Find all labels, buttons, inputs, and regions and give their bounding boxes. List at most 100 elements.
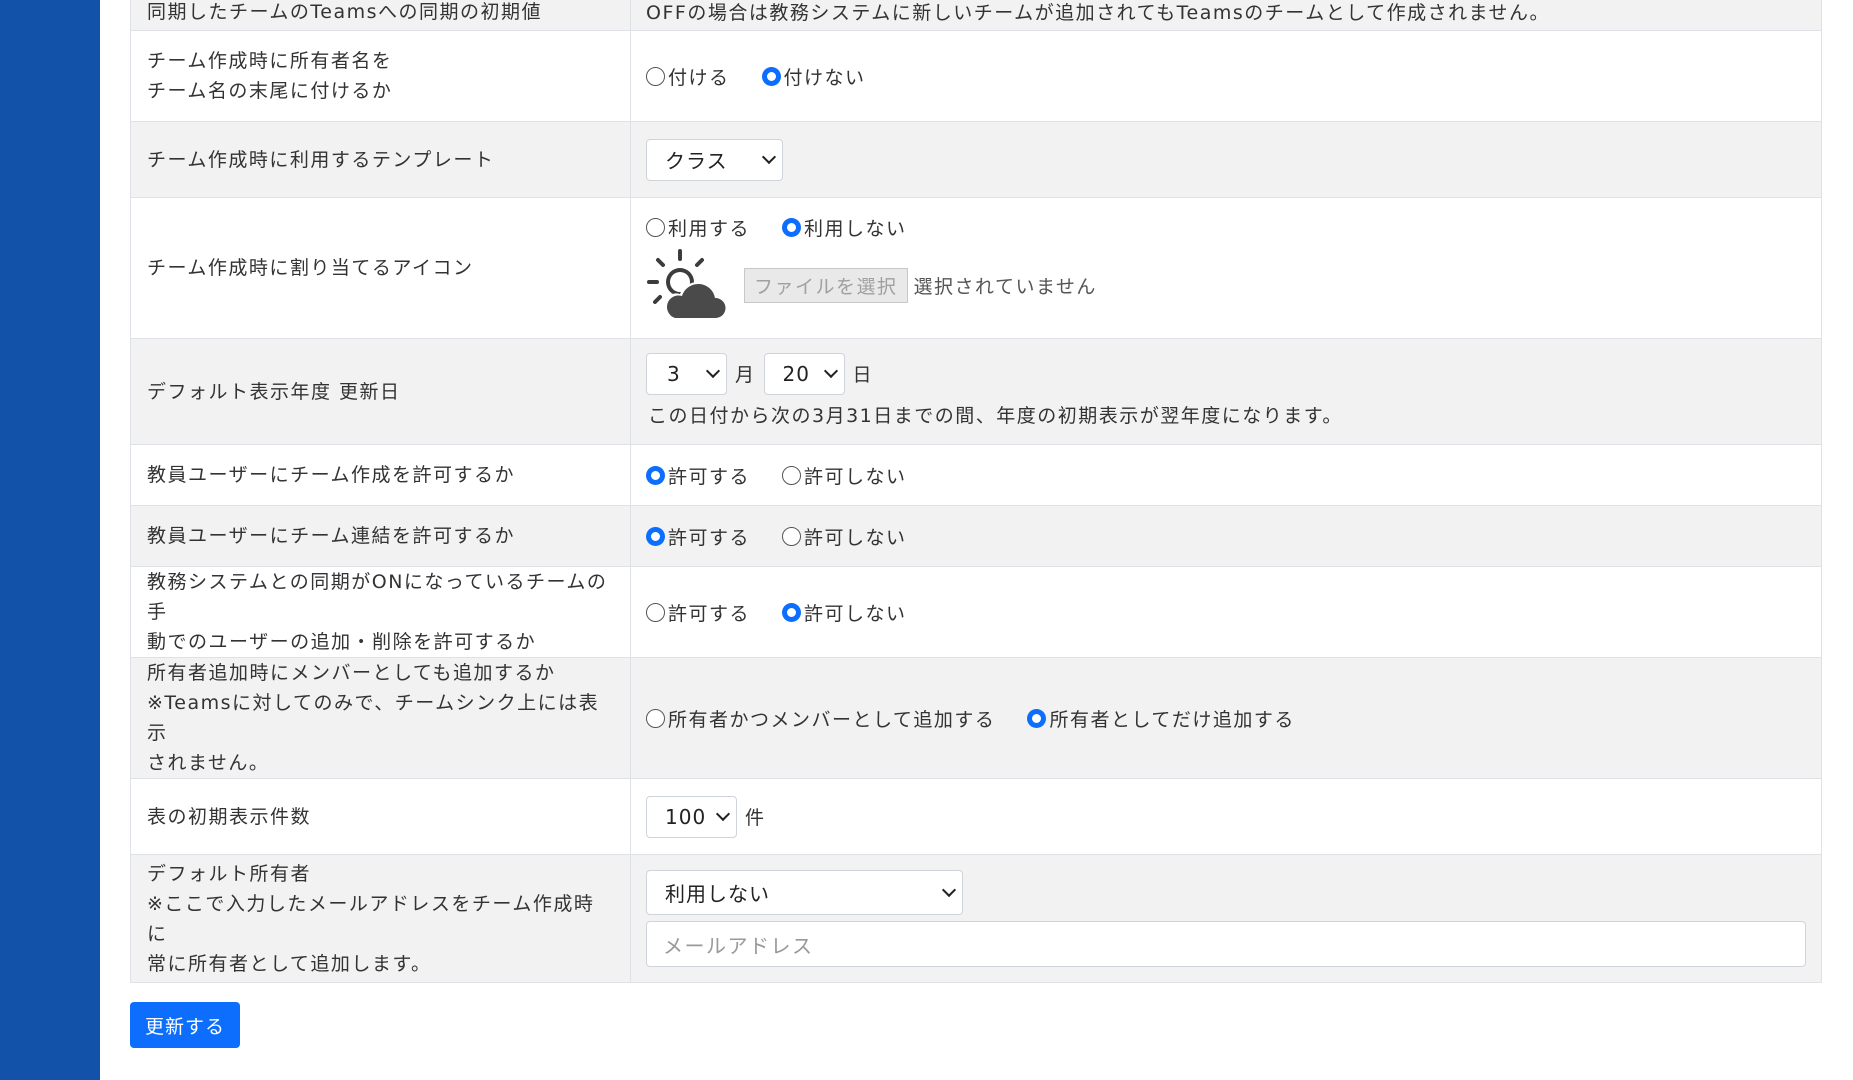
radio-label: 許可する bbox=[668, 602, 751, 625]
label-text: チーム作成時に割り当てるアイコン bbox=[147, 257, 474, 279]
label-line: ※ここで入力したメールアドレスをチーム作成時に bbox=[147, 892, 595, 945]
owner-as-member-option-owner-only[interactable]: 所有者としてだけ追加する bbox=[1027, 705, 1294, 732]
setting-label: 教員ユーザーにチーム連結を許可するか bbox=[130, 505, 631, 567]
radio-button[interactable] bbox=[646, 217, 665, 237]
settings-row-manual-user-edit: 教務システムとの同期がONになっているチームの手 動でのユーザーの追加・削除を許… bbox=[130, 566, 1822, 658]
page-size-select[interactable]: 100 bbox=[646, 795, 737, 838]
label-line: 所有者追加時にメンバーとしても追加するか bbox=[147, 662, 556, 684]
select-value: クラス bbox=[665, 149, 728, 173]
team-icon-radio-group: 利用する 利用しない bbox=[646, 214, 1806, 241]
setting-label: デフォルト表示年度 更新日 bbox=[130, 338, 631, 445]
radio-label: 許可する bbox=[668, 465, 751, 488]
teacher-link-option-allow[interactable]: 許可する bbox=[646, 523, 750, 550]
teacher-link-option-deny[interactable]: 許可しない bbox=[782, 523, 907, 550]
team-icon-option-use[interactable]: 利用する bbox=[646, 214, 750, 241]
setting-value: 付ける 付けない bbox=[630, 30, 1822, 122]
select-value: 利用しない bbox=[665, 882, 770, 906]
teacher-create-option-deny[interactable]: 許可しない bbox=[782, 462, 907, 489]
label-line: 動でのユーザーの追加・削除を許可するか bbox=[147, 631, 537, 653]
radio-button-checked[interactable] bbox=[782, 217, 802, 237]
setting-label: 教員ユーザーにチーム作成を許可するか bbox=[130, 444, 631, 506]
radio-label: 許可しない bbox=[804, 602, 907, 625]
sync-note: OFFの場合は教務システムに新しいチームが追加されてもTeamsのチームとして作… bbox=[646, 2, 1551, 24]
setting-value: クラス bbox=[630, 121, 1822, 198]
settings-row-page-size: 表の初期表示件数 100 件 bbox=[130, 778, 1822, 855]
email-field[interactable]: メールアドレス bbox=[646, 921, 1806, 967]
radio-button-checked[interactable] bbox=[782, 602, 802, 622]
radio-button-checked[interactable] bbox=[646, 465, 665, 485]
chevron-down-icon bbox=[705, 363, 721, 379]
radio-label: 付ける bbox=[668, 66, 730, 89]
setting-value: OFFの場合は教務システムに新しいチームが追加されてもTeamsのチームとして作… bbox=[630, 0, 1822, 31]
settings-row-default-owner: デフォルト所有者 ※ここで入力したメールアドレスをチーム作成時に 常に所有者とし… bbox=[130, 854, 1822, 983]
setting-value: 許可する 許可しない bbox=[630, 505, 1822, 567]
setting-value: 許可する 許可しない bbox=[630, 444, 1822, 506]
page-size-unit: 件 bbox=[745, 807, 766, 829]
setting-value: 利用する 利用しない ファイルを選択 選択されていません bbox=[630, 197, 1822, 339]
owner-suffix-option-add[interactable]: 付ける bbox=[646, 63, 730, 90]
settings-table: 同期したチームのTeamsへの同期の初期値 OFFの場合は教務システムに新しいチ… bbox=[130, 0, 1822, 983]
owner-as-member-option-both[interactable]: 所有者かつメンバーとして追加する bbox=[646, 705, 995, 732]
day-select[interactable]: 20 bbox=[763, 352, 845, 395]
label-text: 教員ユーザーにチーム作成を許可するか bbox=[147, 464, 516, 486]
settings-row-template: チーム作成時に利用するテンプレート クラス bbox=[130, 121, 1822, 198]
team-icon-option-nouse[interactable]: 利用しない bbox=[782, 214, 907, 241]
setting-label: 教務システムとの同期がONになっているチームの手 動でのユーザーの追加・削除を許… bbox=[130, 566, 631, 658]
setting-label: チーム作成時に所有者名を チーム名の末尾に付けるか bbox=[130, 30, 631, 122]
label-text: デフォルト表示年度 更新日 bbox=[147, 380, 401, 403]
default-owner-select[interactable]: 利用しない bbox=[646, 870, 963, 915]
settings-row-teacher-create: 教員ユーザーにチーム作成を許可するか 許可する 許可しない bbox=[130, 444, 1822, 506]
setting-label: 表の初期表示件数 bbox=[130, 778, 631, 855]
settings-row-team-icon: チーム作成時に割り当てるアイコン 利用する 利用しない ファイルを選択 選択され… bbox=[130, 197, 1822, 339]
radio-label: 利用しない bbox=[804, 217, 907, 240]
icon-upload-row: ファイルを選択 選択されていません bbox=[646, 248, 1806, 323]
manual-user-edit-radio-group: 許可する 許可しない bbox=[646, 599, 1806, 626]
owner-suffix-option-none[interactable]: 付けない bbox=[761, 63, 866, 90]
label-line: ※Teamsに対してのみで、チームシンク上には表示 bbox=[147, 692, 600, 744]
teacher-create-option-allow[interactable]: 許可する bbox=[646, 462, 750, 489]
date-note: この日付から次の3月31日までの間、年度の初期表示が翌年度になります。 bbox=[648, 404, 1343, 427]
radio-button-checked[interactable] bbox=[1027, 708, 1047, 728]
radio-button-checked[interactable] bbox=[646, 526, 665, 546]
setting-value: 所有者かつメンバーとして追加する 所有者としてだけ追加する bbox=[630, 657, 1822, 779]
label-text: チーム作成時に利用するテンプレート bbox=[147, 148, 495, 171]
chevron-down-icon bbox=[761, 149, 777, 165]
settings-row-default-year-update: デフォルト表示年度 更新日 3 月 20 日 この日付から次の3月31日までの間… bbox=[130, 338, 1822, 445]
settings-row-teams-sync-default: 同期したチームのTeamsへの同期の初期値 OFFの場合は教務システムに新しいチ… bbox=[130, 0, 1822, 31]
setting-label: 所有者追加時にメンバーとしても追加するか ※Teamsに対してのみで、チームシン… bbox=[130, 657, 631, 779]
chevron-down-icon bbox=[823, 363, 838, 379]
radio-label: 利用する bbox=[668, 217, 751, 240]
radio-button[interactable] bbox=[646, 602, 665, 622]
setting-value: 利用しない メールアドレス bbox=[630, 854, 1822, 983]
radio-label: 許可する bbox=[668, 526, 751, 549]
page-size-row: 100 件 bbox=[646, 795, 1806, 838]
manual-user-edit-option-deny[interactable]: 許可しない bbox=[782, 599, 907, 626]
setting-value: 3 月 20 日 この日付から次の3月31日までの間、年度の初期表示が翌年度にな… bbox=[630, 338, 1822, 445]
update-button[interactable]: 更新する bbox=[130, 1002, 241, 1048]
month-unit: 月 bbox=[735, 364, 756, 386]
label-text: 表の初期表示件数 bbox=[147, 805, 312, 828]
select-value: 100 bbox=[665, 804, 707, 829]
select-value: 3 bbox=[667, 361, 681, 386]
date-selector-row: 3 月 20 日 bbox=[646, 352, 1806, 395]
setting-label: チーム作成時に利用するテンプレート bbox=[130, 121, 631, 198]
month-select[interactable]: 3 bbox=[646, 352, 727, 395]
radio-button[interactable] bbox=[782, 465, 802, 485]
label-text: 同期したチームのTeamsへの同期の初期値 bbox=[147, 0, 543, 23]
radio-button[interactable] bbox=[782, 526, 802, 546]
template-select[interactable]: クラス bbox=[646, 138, 783, 181]
radio-label: 付けない bbox=[783, 66, 866, 89]
sidebar bbox=[0, 0, 100, 1080]
radio-button-checked[interactable] bbox=[761, 66, 781, 86]
teacher-link-radio-group: 許可する 許可しない bbox=[646, 523, 1806, 550]
radio-button[interactable] bbox=[646, 708, 665, 728]
choose-file-button[interactable]: ファイルを選択 bbox=[744, 268, 908, 303]
file-status-text: 選択されていません bbox=[913, 276, 1097, 298]
owner-as-member-radio-group: 所有者かつメンバーとして追加する 所有者としてだけ追加する bbox=[646, 705, 1806, 732]
setting-label: 同期したチームのTeamsへの同期の初期値 bbox=[130, 0, 631, 31]
sun-cloud-icon bbox=[647, 248, 728, 320]
label-line: されません。 bbox=[147, 752, 270, 774]
radio-button[interactable] bbox=[646, 66, 665, 86]
manual-user-edit-option-allow[interactable]: 許可する bbox=[646, 599, 750, 626]
radio-label: 所有者としてだけ追加する bbox=[1049, 708, 1295, 731]
